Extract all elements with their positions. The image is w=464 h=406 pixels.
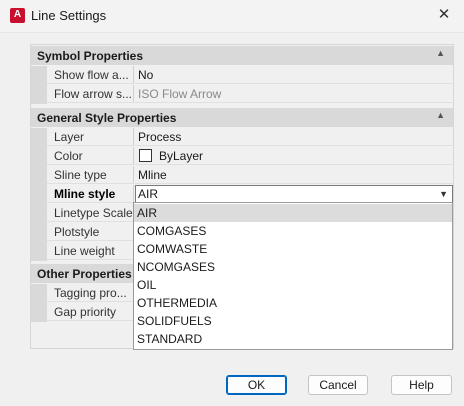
property-name: Gap priority [47,303,134,321]
row-gutter [31,204,47,223]
ok-button[interactable]: OK [226,375,287,395]
mline-style-combobox[interactable]: AIR ▼ [135,185,453,203]
section-label: Symbol Properties [37,49,144,63]
property-name: Tagging pro... [47,284,134,302]
property-row-color[interactable]: Color ByLayer [31,147,453,166]
help-button[interactable]: Help [391,375,452,395]
property-value[interactable]: Process [135,128,453,146]
row-gutter [31,223,47,242]
section-symbol-properties[interactable]: Symbol Properties ▲ [31,46,453,65]
dropdown-option-othermedia[interactable]: OTHERMEDIA [134,294,452,312]
dropdown-option-ncomgases[interactable]: NCOMGASES [134,258,452,276]
collapse-caret-icon[interactable]: ▲ [436,110,445,120]
row-gutter [31,242,47,261]
dropdown-option-comwaste[interactable]: COMWASTE [134,240,452,258]
autocad-app-icon: A [10,8,25,23]
property-name: Color [47,147,134,165]
property-name: Layer [47,128,134,146]
section-label: Other Properties [37,267,132,281]
row-gutter [31,85,47,104]
dropdown-option-oil[interactable]: OIL [134,276,452,294]
dropdown-option-solidfuels[interactable]: SOLIDFUELS [134,312,452,330]
property-value[interactable]: Mline [135,166,453,184]
row-gutter [31,128,47,147]
row-gutter [31,147,47,166]
title-bar: A Line Settings ✕ [0,0,464,33]
cancel-button[interactable]: Cancel [308,375,368,395]
property-value[interactable]: No [135,66,453,84]
property-name: Mline style [47,185,134,203]
mline-style-dropdown-list[interactable]: AIR COMGASES COMWASTE NCOMGASES OIL OTHE… [133,202,453,350]
window-title: Line Settings [31,8,107,23]
row-gutter [31,166,47,185]
property-name: Linetype Scale [47,204,134,222]
section-label: General Style Properties [37,111,177,125]
chevron-down-icon[interactable]: ▼ [439,187,448,202]
dropdown-option-standard[interactable]: STANDARD [134,330,452,348]
property-name: Sline type [47,166,134,184]
property-row-layer[interactable]: Layer Process [31,128,453,147]
property-value[interactable]: ISO Flow Arrow [135,85,453,103]
color-value: ByLayer [159,149,204,163]
property-name: Line weight [47,242,134,260]
combobox-value: AIR [138,187,159,201]
property-name: Plotstyle [47,223,134,241]
property-value[interactable]: ByLayer [135,147,453,165]
property-name: Flow arrow s... [47,85,134,103]
property-row-flow-arrow-style[interactable]: Flow arrow s... ISO Flow Arrow [31,85,453,104]
property-row-show-flow-arrow[interactable]: Show flow a... No [31,66,453,85]
dropdown-option-air[interactable]: AIR [134,204,452,222]
row-gutter [31,303,47,322]
dropdown-option-comgases[interactable]: COMGASES [134,222,452,240]
section-general-style-properties[interactable]: General Style Properties ▲ [31,108,453,127]
close-icon[interactable]: ✕ [432,4,456,26]
color-swatch-icon [139,149,152,162]
property-row-sline-type[interactable]: Sline type Mline [31,166,453,185]
row-gutter [31,284,47,303]
property-name: Show flow a... [47,66,134,84]
row-gutter [31,66,47,85]
collapse-caret-icon[interactable]: ▲ [436,48,445,58]
row-gutter [31,185,47,204]
